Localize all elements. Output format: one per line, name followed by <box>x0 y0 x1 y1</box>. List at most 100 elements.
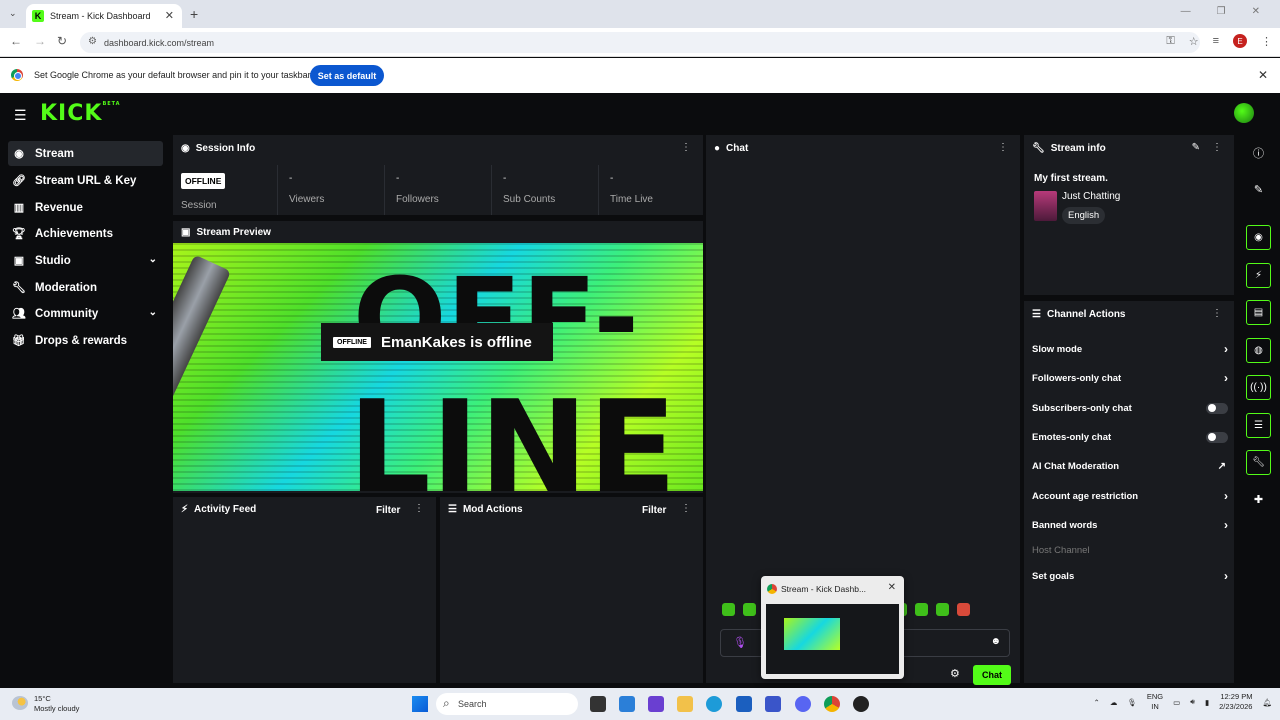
emoji-icon[interactable]: ☻ <box>990 636 1001 647</box>
close-tab-icon[interactable]: ✕ <box>165 9 174 22</box>
store-icon[interactable] <box>736 696 752 712</box>
emote-icon[interactable] <box>957 603 970 616</box>
more-options-icon[interactable]: ⋮ <box>998 142 1008 153</box>
edit-pencil-icon[interactable]: ✎ <box>1192 142 1200 153</box>
thumbnail-preview <box>784 618 840 650</box>
address-bar[interactable]: ⚙ dashboard.kick.com/stream <box>80 32 1200 53</box>
tray-chevron-up-icon[interactable]: ⌃ <box>1094 698 1100 707</box>
stat-viewers: - Viewers <box>277 165 384 215</box>
teams-icon[interactable] <box>648 696 664 712</box>
system-tray: ⌃ ☁ 🎙︎ ENG IN ▭ 🔊︎ ▮ 12:29 PM 2/23/2026 🔔︎ <box>1094 692 1272 712</box>
chrome-menu-icon[interactable]: ⋮ <box>1261 35 1272 48</box>
hamburger-menu-icon[interactable]: ☰ <box>14 107 27 124</box>
new-tab-icon[interactable]: + <box>190 6 198 22</box>
volume-icon[interactable]: 🔊︎ <box>1190 697 1195 707</box>
popup-title: Stream - Kick Dashb... <box>781 584 867 594</box>
password-key-icon[interactable]: ⚿ <box>1166 35 1174 48</box>
more-options-icon[interactable]: ⋮ <box>681 503 691 514</box>
stream-info-widget-icon[interactable]: 🔧︎ <box>1246 450 1271 475</box>
site-info-icon[interactable]: ⚙ <box>88 36 97 47</box>
profile-avatar[interactable]: E <box>1233 34 1247 48</box>
clock[interactable]: 12:29 PM 2/23/2026 <box>1219 692 1252 712</box>
emotes-only-toggle[interactable] <box>1206 431 1228 443</box>
more-options-icon[interactable]: ⋮ <box>1212 142 1222 153</box>
tab-search-icon[interactable]: ⌄ <box>9 8 17 19</box>
discord-icon[interactable] <box>795 696 811 712</box>
sidebar-item-drops-rewards[interactable]: 🎁︎ Drops & rewards <box>8 328 163 353</box>
language-indicator[interactable]: ENG IN <box>1147 692 1163 712</box>
close-window-icon[interactable]: ✕ <box>1252 6 1260 17</box>
chevron-right-icon: › <box>1224 569 1228 583</box>
sidebar-item-stream[interactable]: ◉ Stream <box>8 141 163 166</box>
session-widget-icon[interactable]: ◉ <box>1246 225 1271 250</box>
chat-send-button[interactable]: Chat <box>973 665 1011 685</box>
user-avatar[interactable] <box>1234 103 1254 123</box>
session-info-title: Session Info <box>195 143 256 154</box>
reading-list-icon[interactable]: ≡ <box>1213 35 1219 47</box>
emote-icon[interactable] <box>722 603 735 616</box>
obs-icon[interactable] <box>853 696 869 712</box>
sidebar-item-moderation[interactable]: 🔧︎ Moderation <box>8 275 163 300</box>
task-view-icon[interactable] <box>590 696 606 712</box>
battery-icon[interactable]: ▮ <box>1205 698 1209 707</box>
outlook-icon[interactable] <box>619 696 635 712</box>
chat-widget-icon[interactable]: ◍ <box>1246 338 1271 363</box>
bookmark-star-icon[interactable]: ☆ <box>1189 35 1199 48</box>
stream-category[interactable]: Just Chatting <box>1062 191 1120 202</box>
more-options-icon[interactable]: ⋮ <box>681 142 691 153</box>
forward-icon[interactable]: → <box>34 34 46 48</box>
chat-settings-gear-icon[interactable]: ⚙ <box>950 667 960 680</box>
sidebar-item-achievements[interactable]: 🏆︎ Achievements <box>8 221 163 246</box>
weather-widget[interactable]: 15°C Mostly cloudy <box>12 694 79 714</box>
broadcast-widget-icon[interactable]: ((·)) <box>1246 375 1271 400</box>
action-account-age-restriction[interactable]: Account age restriction › <box>1032 486 1228 506</box>
network-icon[interactable]: ☁ <box>1110 698 1118 707</box>
back-icon[interactable]: ← <box>10 34 22 48</box>
stat-label: Followers <box>396 194 439 205</box>
close-icon[interactable]: ✕ <box>888 582 896 593</box>
add-widget-icon[interactable]: ✚ <box>1246 487 1271 512</box>
filter-button[interactable]: Filter <box>376 505 400 516</box>
tab-preview-popup[interactable]: Stream - Kick Dashb... ✕ <box>761 576 904 679</box>
sidebar-item-stream-url-key[interactable]: 🔗︎ Stream URL & Key <box>8 168 163 193</box>
sidebar-item-community[interactable]: 👥︎ Community ⌄ <box>8 301 163 326</box>
set-default-button[interactable]: Set as default <box>310 65 384 86</box>
emote-icon[interactable] <box>743 603 756 616</box>
maximize-icon[interactable]: ❐ <box>1217 6 1226 17</box>
mic-tray-icon[interactable]: 🎙︎ <box>1127 698 1137 707</box>
action-banned-words[interactable]: Banned words › <box>1032 515 1228 535</box>
browser-tab[interactable]: K Stream - Kick Dashboard ✕ <box>26 4 182 28</box>
more-options-icon[interactable]: ⋮ <box>1212 308 1222 319</box>
kick-logo[interactable]: KICKBETA <box>40 101 121 126</box>
infobar-close-icon[interactable]: ✕ <box>1258 68 1268 82</box>
actions-widget-icon[interactable]: ☰ <box>1246 413 1271 438</box>
action-followers-only-chat[interactable]: Followers-only chat › <box>1032 368 1228 388</box>
info-icon[interactable]: ⓘ <box>1246 140 1271 165</box>
action-slow-mode[interactable]: Slow mode › <box>1032 339 1228 359</box>
app-icon[interactable] <box>765 696 781 712</box>
action-set-goals[interactable]: Set goals › <box>1032 566 1228 586</box>
display-icon[interactable]: ▭ <box>1173 698 1180 707</box>
filter-button[interactable]: Filter <box>642 505 666 516</box>
edit-pencil-icon[interactable]: ✎ <box>1246 177 1271 202</box>
action-ai-chat-moderation[interactable]: AI Chat Moderation ↗ <box>1032 456 1228 476</box>
emote-icon[interactable] <box>936 603 949 616</box>
edge-icon[interactable] <box>706 696 722 712</box>
minimize-icon[interactable]: — <box>1181 6 1191 17</box>
chrome-taskbar-icon[interactable] <box>824 696 840 712</box>
chevron-down-icon: ⌄ <box>148 307 157 318</box>
reload-icon[interactable]: ↻ <box>57 34 67 48</box>
notifications-icon[interactable]: 🔔︎ <box>1262 698 1272 707</box>
windows-start-icon[interactable] <box>412 696 428 712</box>
sidebar-item-studio[interactable]: ▣ Studio ⌄ <box>8 248 163 273</box>
emote-icon[interactable] <box>915 603 928 616</box>
subscribers-only-toggle[interactable] <box>1206 402 1228 414</box>
sidebar-item-revenue[interactable]: ▥ Revenue <box>8 195 163 220</box>
action-label: AI Chat Moderation <box>1032 460 1120 472</box>
more-options-icon[interactable]: ⋮ <box>414 503 424 514</box>
microphone-icon[interactable]: 🎙︎ <box>733 636 747 649</box>
taskbar-search[interactable]: Search <box>436 693 578 715</box>
document-widget-icon[interactable]: ▤ <box>1246 300 1271 325</box>
file-explorer-icon[interactable] <box>677 696 693 712</box>
activity-widget-icon[interactable]: ⚡︎ <box>1246 263 1271 288</box>
